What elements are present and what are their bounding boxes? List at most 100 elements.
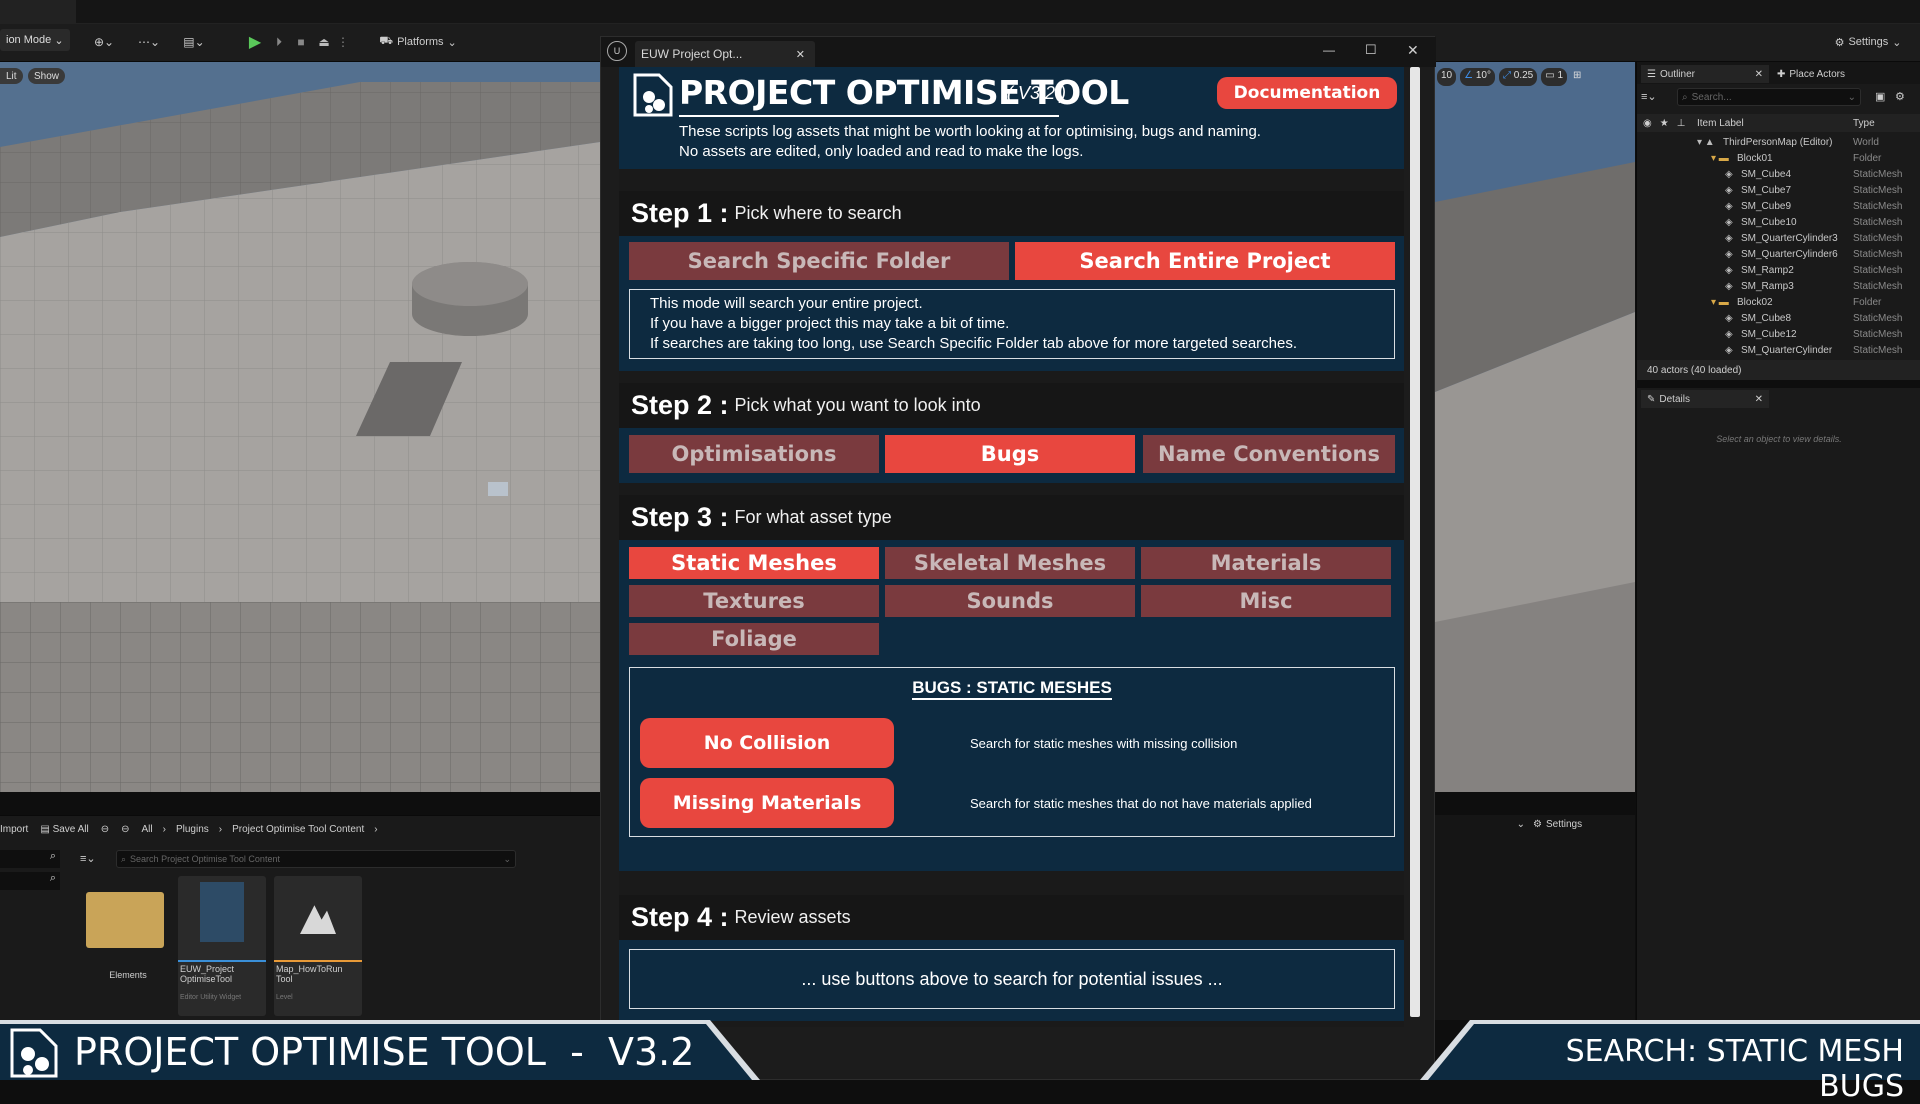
- cinematics-icon[interactable]: ▤⌄: [180, 31, 208, 53]
- save-all-button[interactable]: ▤ Save All: [40, 824, 88, 835]
- eject-icon[interactable]: ⏏: [314, 31, 334, 53]
- breadcrumb-all[interactable]: All: [142, 824, 153, 835]
- col-type[interactable]: Type: [1853, 118, 1875, 129]
- stop-icon[interactable]: ■: [292, 31, 310, 53]
- close-icon[interactable]: ✕: [796, 48, 805, 61]
- rotation-snap-value[interactable]: 10°: [1476, 70, 1491, 81]
- gear-icon[interactable]: ⚙: [1895, 90, 1905, 103]
- history-forward-icon[interactable]: ⊖: [121, 824, 129, 835]
- asset-tile-elements[interactable]: Elements: [82, 880, 174, 1005]
- show-button[interactable]: Show: [28, 68, 66, 84]
- outliner-row-label: ThirdPersonMap (Editor): [1723, 136, 1833, 148]
- close-window-button[interactable]: ✕: [1407, 42, 1419, 59]
- filter-icon[interactable]: ≡⌄: [80, 852, 96, 865]
- outliner-row[interactable]: ▾ ▬ Block01 Folder: [1637, 150, 1920, 166]
- outliner-row-label: SM_Cube10: [1741, 216, 1797, 228]
- type-static-meshes-button[interactable]: Static Meshes: [629, 547, 879, 579]
- outliner-row[interactable]: ◈ SM_Cube12 StaticMesh: [1637, 326, 1920, 342]
- grid-snap-value[interactable]: 10: [1437, 68, 1457, 86]
- no-collision-button[interactable]: No Collision: [640, 718, 894, 768]
- new-folder-icon[interactable]: ▣: [1875, 90, 1885, 103]
- outliner-row[interactable]: ◈ SM_Ramp2 StaticMesh: [1637, 262, 1920, 278]
- asset-tile-euw[interactable]: EUW_Project OptimiseTool Editor Utility …: [178, 876, 266, 1016]
- outliner-row-type: World: [1853, 136, 1879, 148]
- col-item-label[interactable]: Item Label: [1697, 118, 1744, 129]
- lit-button[interactable]: Lit: [0, 68, 23, 84]
- outliner-row[interactable]: ◈ SM_Cube7 StaticMesh: [1637, 182, 1920, 198]
- banner-left-text: PROJECT OPTIMISE TOOL - V3.2: [74, 1030, 695, 1074]
- search-entire-project-button[interactable]: Search Entire Project: [1015, 242, 1395, 280]
- layout-icon[interactable]: ⊞: [1571, 68, 1583, 86]
- outliner-row[interactable]: ◈ SM_QuarterCylinder3 StaticMesh: [1637, 230, 1920, 246]
- more-icon[interactable]: ⋮: [337, 31, 349, 53]
- type-textures-button[interactable]: Textures: [629, 585, 879, 617]
- history-back-icon[interactable]: ⊖: [101, 824, 109, 835]
- outliner-row[interactable]: ◈ SM_Cube10 StaticMesh: [1637, 214, 1920, 230]
- mode-dropdown[interactable]: ion Mode ⌄: [0, 29, 70, 51]
- settings-dropdown[interactable]: ⚙ Settings ⌄: [1830, 31, 1906, 53]
- outliner-row[interactable]: ▾ ▲ ThirdPersonMap (Editor) World: [1637, 134, 1920, 150]
- cb-search-input[interactable]: ⌕ Search Project Optimise Tool Content ⌄: [116, 850, 516, 868]
- star-icon[interactable]: ★: [1660, 118, 1669, 129]
- outliner-row[interactable]: ▾ ▬ Block02 Folder: [1637, 294, 1920, 310]
- folder-icon: [86, 892, 164, 948]
- camera-speed-value[interactable]: 1: [1557, 70, 1563, 81]
- outliner-panel: ☰ Outliner ✕ ✚ Place Actors ≡⌄ ⌕ Search... ⌄ …: [1636, 62, 1920, 380]
- search-specific-folder-button[interactable]: Search Specific Folder: [629, 242, 1009, 280]
- import-button[interactable]: Import: [0, 824, 28, 835]
- outliner-search-input[interactable]: ⌕ Search... ⌄: [1677, 88, 1861, 106]
- missing-materials-button[interactable]: Missing Materials: [640, 778, 894, 828]
- level-viewport[interactable]: Lit Show: [0, 62, 600, 792]
- breadcrumb-plugins[interactable]: Plugins: [176, 824, 209, 835]
- pencil-icon: ✎: [1647, 393, 1656, 405]
- scrollbar[interactable]: [1410, 67, 1420, 1017]
- snap-icon[interactable]: ⋯⌄: [135, 31, 163, 53]
- level-viewport-right[interactable]: 10 ∠ 10° ⤢ 0.25 ▭ 1 ⊞: [1435, 62, 1635, 792]
- outliner-row[interactable]: ◈ SM_Ramp3 StaticMesh: [1637, 278, 1920, 294]
- sources-search[interactable]: ⌕: [0, 850, 60, 868]
- outliner-row[interactable]: ◈ SM_QuarterCylinder6 StaticMesh: [1637, 246, 1920, 262]
- breadcrumb-tool-content[interactable]: Project Optimise Tool Content: [232, 824, 364, 835]
- outliner-row[interactable]: ◈ SM_Cube8 StaticMesh: [1637, 310, 1920, 326]
- euw-window: U EUW Project Opt... ✕ — ☐ ✕ PROJECT OPTI…: [600, 36, 1436, 1080]
- outliner-row[interactable]: ◈ SM_Cube4 StaticMesh: [1637, 166, 1920, 182]
- name-conventions-button[interactable]: Name Conventions: [1143, 435, 1395, 473]
- type-skeletal-meshes-button[interactable]: Skeletal Meshes: [885, 547, 1135, 579]
- tab-place-actors[interactable]: ✚ Place Actors: [1771, 65, 1911, 83]
- type-materials-button[interactable]: Materials: [1141, 547, 1391, 579]
- close-icon[interactable]: ✕: [1755, 394, 1763, 405]
- outliner-row-label: SM_Cube8: [1741, 312, 1792, 324]
- bottom-banner-right: SEARCH: STATIC MESH BUGS: [1420, 1020, 1920, 1104]
- type-misc-button[interactable]: Misc: [1141, 585, 1391, 617]
- asset-tile-map[interactable]: Map_HowToRun Tool Level: [274, 876, 362, 1016]
- outliner-row[interactable]: ◈ SM_Cube9 StaticMesh: [1637, 198, 1920, 214]
- type-foliage-button[interactable]: Foliage: [629, 623, 879, 655]
- static-mesh-icon: ◈: [1725, 344, 1733, 356]
- optimisations-button[interactable]: Optimisations: [629, 435, 879, 473]
- lit-label: Lit: [6, 70, 17, 82]
- pin-icon[interactable]: ⊥: [1677, 118, 1686, 129]
- maximize-button[interactable]: ☐: [1365, 42, 1377, 58]
- tab-details[interactable]: ✎ Details ✕: [1641, 390, 1769, 408]
- chevron-down-icon: ⌄: [447, 36, 457, 49]
- type-sounds-button[interactable]: Sounds: [885, 585, 1135, 617]
- platforms-dropdown[interactable]: ⛟ Platforms ⌄: [378, 31, 458, 53]
- scale-snap-value[interactable]: 0.25: [1514, 70, 1533, 81]
- tab-outliner[interactable]: ☰ Outliner ✕: [1641, 65, 1769, 83]
- collections-search[interactable]: ⌕: [0, 872, 60, 890]
- chevron-down-icon: ⌄: [54, 34, 64, 47]
- type-label: Foliage: [711, 627, 797, 651]
- chevron-down-icon[interactable]: ⌄: [1435, 819, 1525, 830]
- play-icon[interactable]: ▶: [245, 31, 265, 53]
- minimize-button[interactable]: —: [1323, 43, 1335, 57]
- cb-settings-button[interactable]: ⚙ Settings: [1533, 819, 1582, 830]
- outliner-row[interactable]: ◈ SM_QuarterCylinder StaticMesh: [1637, 342, 1920, 358]
- close-icon[interactable]: ✕: [1755, 69, 1763, 80]
- filter-icon[interactable]: ≡⌄: [1641, 90, 1659, 106]
- bugs-button[interactable]: Bugs: [885, 435, 1135, 473]
- step-icon[interactable]: ⏵: [270, 31, 288, 53]
- documentation-button[interactable]: Documentation: [1217, 77, 1397, 109]
- add-content-icon[interactable]: ⊕⌄: [90, 31, 118, 53]
- eye-icon[interactable]: ◉: [1643, 118, 1652, 129]
- window-tab[interactable]: EUW Project Opt... ✕: [635, 41, 815, 67]
